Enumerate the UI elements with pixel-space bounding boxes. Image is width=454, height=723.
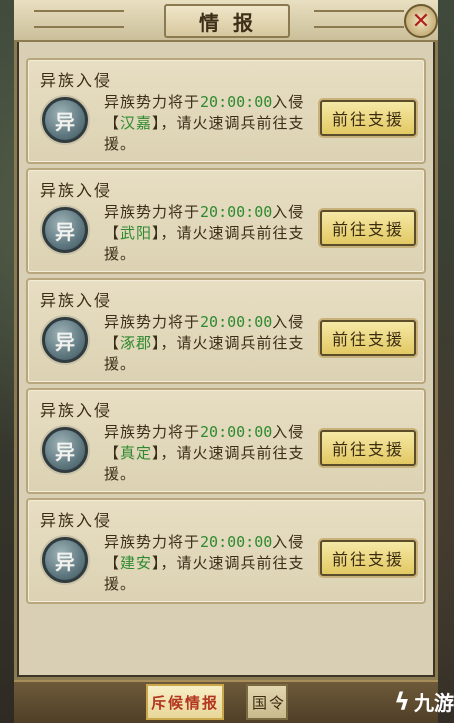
invasion-time: 20:00:00 xyxy=(200,203,273,221)
invasion-time: 20:00:00 xyxy=(200,93,273,111)
alert-card: 异族入侵 异 异族势力将于20:00:00入侵【武阳】，请火速调兵前往支援。 前… xyxy=(26,168,426,274)
alert-card: 异族入侵 异 异族势力将于20:00:00入侵【真定】，请火速调兵前往支援。 前… xyxy=(26,388,426,494)
tab-state-decree[interactable]: 国令 xyxy=(246,684,288,720)
target-city: 武阳 xyxy=(120,224,153,242)
invader-emblem-icon: 异 xyxy=(42,537,88,583)
invasion-time: 20:00:00 xyxy=(200,533,273,551)
header-ornament-left xyxy=(34,10,124,28)
invasion-time: 20:00:00 xyxy=(200,423,273,441)
watermark: ϟ 九游 xyxy=(360,680,454,723)
alert-title: 异族入侵 xyxy=(40,291,113,310)
alert-title: 异族入侵 xyxy=(40,401,113,420)
go-support-button[interactable]: 前往支援 xyxy=(320,100,416,136)
invader-emblem-icon: 异 xyxy=(42,317,88,363)
invasion-time: 20:00:00 xyxy=(200,313,273,331)
invader-emblem-icon: 异 xyxy=(42,97,88,143)
go-support-button[interactable]: 前往支援 xyxy=(320,540,416,576)
close-icon: ✕ xyxy=(411,8,431,34)
go-support-button[interactable]: 前往支援 xyxy=(320,210,416,246)
tab-scout-intel[interactable]: 斥候情报 xyxy=(146,684,224,720)
alert-card: 异族入侵 异 异族势力将于20:00:00入侵【涿郡】，请火速调兵前往支援。 前… xyxy=(26,278,426,384)
alert-list: 异族入侵 异 异族势力将于20:00:00入侵【汉嘉】，请火速调兵前往支援。 前… xyxy=(26,58,426,608)
alert-message: 异族势力将于20:00:00入侵【涿郡】，请火速调兵前往支援。 xyxy=(104,313,305,373)
alert-message: 异族势力将于20:00:00入侵【真定】，请火速调兵前往支援。 xyxy=(104,423,305,483)
header-ornament-right xyxy=(314,10,404,28)
go-support-button[interactable]: 前往支援 xyxy=(320,430,416,466)
alert-title: 异族入侵 xyxy=(40,71,113,90)
target-city: 涿郡 xyxy=(120,334,153,352)
alert-message: 异族势力将于20:00:00入侵【武阳】，请火速调兵前往支援。 xyxy=(104,203,305,263)
watermark-text: 九游 xyxy=(414,691,454,715)
target-city: 汉嘉 xyxy=(120,114,153,132)
target-city: 建安 xyxy=(120,554,153,572)
close-button[interactable]: ✕ xyxy=(404,4,438,38)
target-city: 真定 xyxy=(120,444,153,462)
invader-emblem-icon: 异 xyxy=(42,427,88,473)
jiuyou-logo-icon: ϟ xyxy=(394,687,410,716)
invader-emblem-icon: 异 xyxy=(42,207,88,253)
alert-card: 异族入侵 异 异族势力将于20:00:00入侵【建安】，请火速调兵前往支援。 前… xyxy=(26,498,426,604)
alert-card: 异族入侵 异 异族势力将于20:00:00入侵【汉嘉】，请火速调兵前往支援。 前… xyxy=(26,58,426,164)
alert-message: 异族势力将于20:00:00入侵【建安】，请火速调兵前往支援。 xyxy=(104,533,305,593)
go-support-button[interactable]: 前往支援 xyxy=(320,320,416,356)
panel-title: 情报 xyxy=(164,4,290,38)
alert-message: 异族势力将于20:00:00入侵【汉嘉】，请火速调兵前往支援。 xyxy=(104,93,305,153)
alert-title: 异族入侵 xyxy=(40,181,113,200)
alert-title: 异族入侵 xyxy=(40,511,113,530)
